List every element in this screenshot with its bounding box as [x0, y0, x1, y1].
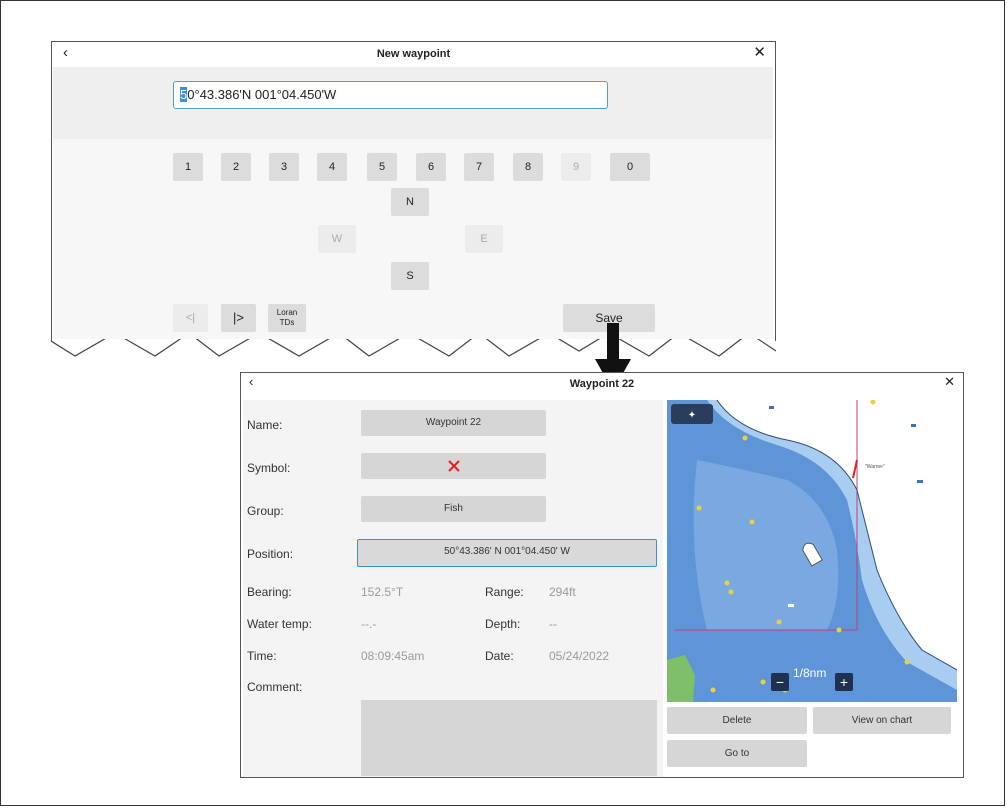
key-7[interactable]: 7	[464, 153, 494, 181]
close-icon[interactable]: ✕	[753, 44, 766, 62]
key-east: E	[465, 225, 503, 253]
name-field[interactable]: Waypoint 22	[361, 410, 546, 436]
symbol-label: Symbol:	[247, 461, 291, 475]
keypad: 1 2 3 4 5 6 7 8 9 0 N W E S <| |> Loran …	[53, 139, 773, 339]
chart-preview[interactable]: "Warner" ✦ − 1/8nm +	[667, 400, 957, 702]
date-label: Date:	[485, 649, 514, 663]
chevron-left-icon[interactable]: ‹	[249, 374, 253, 389]
depth-value: --	[549, 617, 557, 631]
position-text: 0°43.386'N 001°04.450'W	[187, 87, 337, 102]
orientation-icon: ✦	[688, 410, 696, 421]
group-label: Group:	[247, 504, 284, 518]
delete-button[interactable]: Delete	[667, 707, 807, 734]
details-panel: Name: Waypoint 22 Symbol: Group: Fish Po…	[243, 400, 663, 777]
position-label: Position:	[247, 547, 294, 561]
dialog-title: New waypoint	[376, 48, 451, 60]
loran-label-line2: TDs	[279, 318, 295, 327]
zoom-out-button[interactable]: −	[771, 673, 789, 691]
comment-field[interactable]	[361, 700, 657, 776]
loran-label-line1: Loran	[276, 308, 298, 317]
chevron-left-icon[interactable]: ‹	[63, 44, 68, 62]
go-to-button[interactable]: Go to	[667, 740, 807, 767]
time-value: 08:09:45am	[361, 649, 425, 663]
key-5[interactable]: 5	[367, 153, 397, 181]
key-2[interactable]: 2	[221, 153, 251, 181]
range-label: Range:	[485, 585, 524, 599]
bearing-label: Bearing:	[247, 585, 292, 599]
key-6[interactable]: 6	[416, 153, 446, 181]
key-south[interactable]: S	[391, 262, 429, 290]
position-input[interactable]: 50°43.386'N 001°04.450'W	[173, 81, 608, 109]
date-value: 05/24/2022	[549, 649, 610, 663]
key-1[interactable]: 1	[173, 153, 203, 181]
new-waypoint-dialog: New waypoint ‹ ✕ 50°43.386'N 001°04.450'…	[51, 41, 776, 357]
symbol-field[interactable]	[361, 453, 546, 479]
close-icon[interactable]: ✕	[944, 374, 955, 390]
key-9: 9	[561, 153, 591, 181]
group-field[interactable]: Fish	[361, 496, 546, 522]
position-field[interactable]: 50°43.386' N 001°04.450' W	[357, 539, 657, 567]
key-0[interactable]: 0	[610, 153, 650, 181]
chart-map: "Warner" ✦	[667, 400, 957, 702]
bearing-value: 152.5°T	[361, 585, 404, 599]
time-label: Time:	[247, 649, 277, 663]
key-3[interactable]: 3	[269, 153, 299, 181]
loran-tds-button[interactable]: Loran TDs	[268, 304, 306, 332]
zoom-in-button[interactable]: +	[835, 673, 853, 691]
chart-scale-label: 1/8nm	[793, 666, 827, 680]
water-temp-value: --.-	[361, 617, 377, 631]
cursor-left-button: <|	[173, 304, 208, 332]
key-8[interactable]: 8	[513, 153, 543, 181]
view-on-chart-button[interactable]: View on chart	[813, 707, 951, 734]
red-cross-icon	[447, 460, 460, 472]
key-west: W	[318, 225, 356, 253]
water-temp-label: Water temp:	[247, 617, 312, 631]
cursor-right-button[interactable]: |>	[221, 304, 256, 332]
range-value: 294ft	[549, 585, 576, 599]
depth-label: Depth:	[485, 617, 521, 631]
waypoint-details-dialog: Waypoint 22 ‹ ✕ Name: Waypoint 22 Symbol…	[240, 372, 964, 778]
dialog-title: Waypoint 22	[569, 378, 635, 390]
comment-label: Comment:	[247, 680, 303, 694]
input-band: 50°43.386'N 001°04.450'W	[53, 67, 773, 139]
key-4[interactable]: 4	[317, 153, 347, 181]
chart-place-label: "Warner"	[865, 464, 885, 470]
key-north[interactable]: N	[391, 188, 429, 216]
name-label: Name:	[247, 418, 283, 432]
